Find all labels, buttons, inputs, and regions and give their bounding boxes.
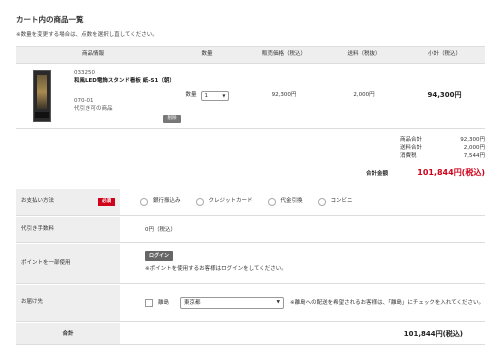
cod-fee-value: 0円（税込）: [145, 226, 176, 233]
quantity-select[interactable]: 1 ▼: [200, 91, 229, 101]
product-cell: 033250 和風LED電飾スタンド看板 紙-S1（朝） 070-01 代引き可…: [16, 64, 181, 128]
chevron-down-icon: ▼: [276, 300, 280, 305]
island-note: ※離島への配送を希望されるお客様は、「離島」にチェックを入れてください。: [290, 300, 485, 306]
header-quantity: 数量: [170, 46, 244, 64]
payment-method-row: お支払い方法 必須 銀行振込み クレジットカード 代金引換 コンビニ: [16, 189, 485, 216]
header-subtotal: 小計（税込）: [404, 46, 485, 64]
table-row: 033250 和風LED電飾スタンド看板 紙-S1（朝） 070-01 代引き可…: [16, 63, 485, 129]
grand-total-value: 101,844円(税込): [417, 168, 485, 177]
section-title: カート内の商品一覧: [16, 15, 84, 24]
prefecture-select[interactable]: 東京都 ▼: [180, 297, 284, 309]
radio-icon[interactable]: [317, 198, 326, 206]
payment-option-bank[interactable]: 銀行振込み: [140, 198, 181, 206]
delivery-row: お届け先 離島 東京都 ▼ ※離島への配送を希望されるお客様は、「離島」にチェッ…: [16, 285, 485, 322]
cod-fee-label: 代引き手数料: [16, 217, 120, 242]
payment-option-cod[interactable]: 代金引換: [267, 198, 303, 206]
radio-icon[interactable]: [267, 198, 276, 206]
total-label: 合計: [16, 323, 120, 344]
cart-table-header: 商品情報 数量 販売価格（税込） 送料（税抜） 小計（税込）: [16, 46, 485, 64]
payment-option-convenience[interactable]: コンビニ: [317, 198, 353, 206]
item-subtotal: 94,300円: [427, 91, 462, 100]
product-variant-code: 070-01: [74, 98, 94, 104]
grand-total-label: 合計金額: [366, 171, 389, 177]
total-row: 合計 101,844円(税込): [16, 323, 485, 345]
summary-row-items: 商品合計 92,300円: [400, 137, 485, 143]
product-code: 033250: [74, 70, 95, 76]
header-product-info: 商品情報: [16, 46, 170, 64]
cart-table: 商品情報 数量 販売価格（税込） 送料（税抜） 小計（税込） 033250 和風…: [16, 46, 485, 129]
total-value: 101,844円(税込): [403, 330, 463, 338]
payment-options: 銀行振込み クレジットカード 代金引換 コンビニ: [140, 198, 368, 206]
cod-fee-row: 代引き手数料 0円（税込）: [16, 217, 485, 243]
delete-button[interactable]: 削除: [163, 115, 181, 123]
product-name[interactable]: 和風LED電飾スタンド看板 紙-S1（朝）: [74, 78, 184, 86]
quantity-label: 数量: [185, 92, 197, 99]
header-shipping: 送料（税抜）: [324, 46, 404, 64]
product-thumbnail[interactable]: [33, 70, 51, 122]
delivery-label: お届け先: [16, 285, 120, 321]
points-label: ポイントを一部使用: [16, 244, 120, 283]
login-button[interactable]: ログイン: [145, 251, 173, 261]
product-option: 代引き可の商品: [74, 106, 113, 112]
island-checkbox[interactable]: [145, 299, 153, 307]
points-row: ポイントを一部使用 ログイン ※ポイントを使用するお客様はログインをしてください…: [16, 244, 485, 284]
header-price: 販売価格（税込）: [244, 46, 324, 64]
cart-page: カート内の商品一覧 ※数量を変更する場合は、点数を選択し直してください。 商品情…: [0, 0, 500, 364]
radio-icon[interactable]: [140, 198, 148, 206]
chevron-down-icon: ▼: [222, 93, 226, 98]
payment-option-credit[interactable]: クレジットカード: [195, 198, 253, 206]
required-badge: 必須: [98, 198, 115, 206]
summary-row-tax: 消費税 7,544円: [400, 153, 485, 159]
order-summary: 商品合計 92,300円 送料合計 2,000円 消費税 7,544円: [400, 136, 485, 160]
points-note: ※ポイントを使用するお客様はログインをしてください。: [145, 266, 287, 272]
item-shipping: 2,000円: [324, 63, 404, 129]
grand-total: 合計金額 101,844円(税込): [366, 168, 485, 178]
item-price: 92,300円: [244, 63, 324, 129]
island-label: 離島: [158, 300, 170, 306]
quantity-note: ※数量を変更する場合は、点数を選択し直してください。: [16, 32, 158, 38]
summary-row-shipping: 送料合計 2,000円: [400, 145, 485, 151]
radio-icon[interactable]: [195, 198, 204, 206]
